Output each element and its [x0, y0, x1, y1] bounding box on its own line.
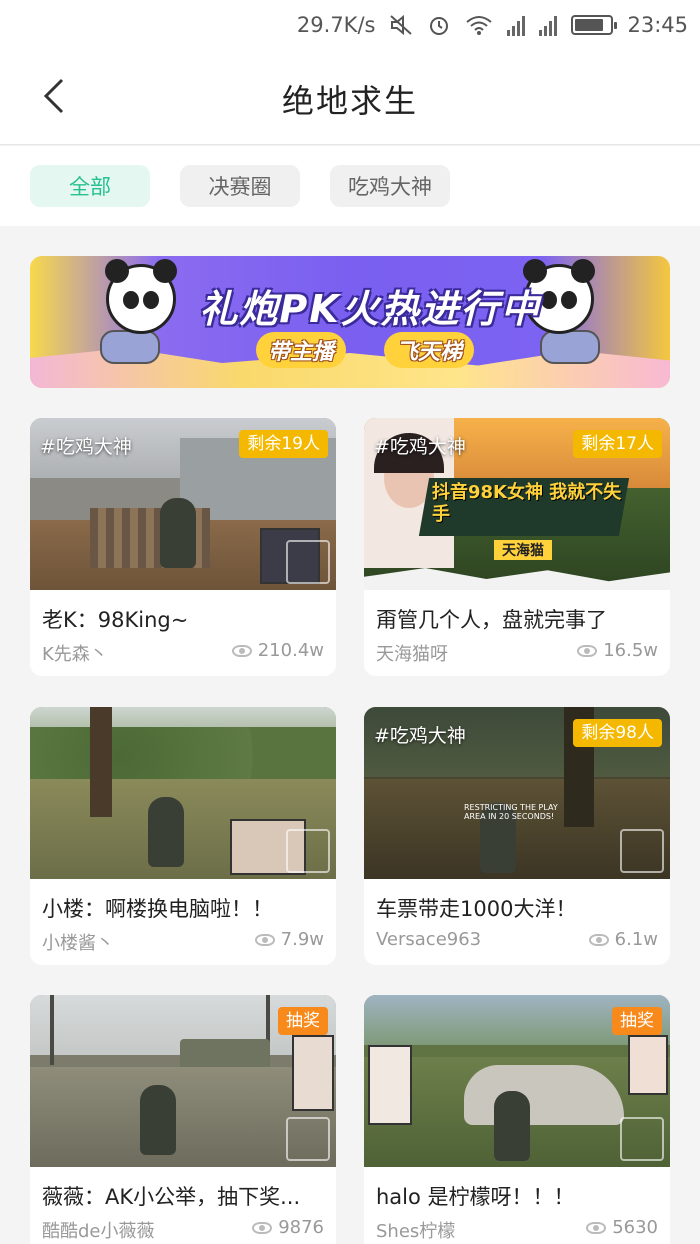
tab-all[interactable]: 全部	[30, 165, 150, 207]
banner-subtitle: 带主播	[256, 332, 347, 368]
hashtag-label: #吃鸡大神	[374, 725, 466, 747]
streamer-name: 酷酷de小薇薇	[42, 1221, 155, 1242]
signal-icon	[539, 14, 558, 36]
hashtag-label: #吃鸡大神	[40, 436, 132, 458]
thumbnail-overlay-subtext: 天海猫	[494, 540, 552, 560]
view-count: 210.4w	[231, 640, 324, 661]
eye-icon	[231, 644, 252, 657]
stream-card[interactable]: 小楼：啊楼换电脑啦！！ 小楼酱丶 7.9w	[30, 707, 336, 965]
stream-thumbnail: 抖音98K女神 我就不失手 天海猫 #吃鸡大神 剩余17人	[364, 418, 670, 590]
panda-icon	[105, 259, 177, 334]
stream-title: 车票带走1000大洋！	[376, 897, 577, 921]
battery-icon	[571, 15, 618, 35]
view-count: 6.1w	[588, 929, 658, 950]
stream-thumbnail: 抽奖	[364, 995, 670, 1167]
stream-thumbnail	[30, 707, 336, 879]
players-left-badge: 剩余98人	[573, 719, 662, 747]
banner-title: 礼炮PK火热进行中	[199, 287, 541, 331]
stream-card[interactable]: RESTRICTING THE PLAY AREA IN 20 SECONDS!…	[364, 707, 670, 965]
page-title: 绝地求生	[281, 82, 418, 120]
hashtag-label: #吃鸡大神	[374, 436, 466, 458]
signal-icon	[507, 14, 526, 36]
network-speed: 29.7K/s	[296, 13, 376, 37]
eye-icon	[252, 1221, 273, 1234]
streamer-name: K先森丶	[42, 644, 108, 665]
streamer-name: Shes柠檬	[376, 1221, 456, 1242]
wifi-icon	[466, 16, 493, 35]
stream-card[interactable]: 抖音98K女神 我就不失手 天海猫 #吃鸡大神 剩余17人 甭管几个人，盘就完事…	[364, 418, 670, 676]
cannon-cart-icon	[100, 330, 160, 364]
banner-subtitle: 飞天梯	[384, 332, 475, 368]
view-count-value: 9876	[278, 1217, 324, 1238]
players-left-badge: 剩余19人	[239, 430, 328, 458]
stream-thumbnail: #吃鸡大神 剩余19人	[30, 418, 336, 590]
lottery-badge: 抽奖	[278, 1007, 328, 1035]
app-header: 绝地求生	[0, 50, 700, 145]
view-count-value: 6.1w	[614, 929, 658, 950]
stream-title: 薇薇：AK小公举，抽下奖...	[42, 1185, 301, 1209]
cannon-cart-icon	[540, 330, 600, 364]
stream-card[interactable]: 抽奖 halo 是柠檬呀！！！ Shes柠檬 5630	[364, 995, 670, 1244]
stream-title: 甭管几个人，盘就完事了	[376, 608, 607, 632]
clock: 23:45	[627, 13, 688, 37]
tab-chicken-masters[interactable]: 吃鸡大神	[330, 165, 450, 207]
view-count-value: 210.4w	[257, 640, 324, 661]
lottery-badge: 抽奖	[612, 1007, 662, 1035]
stream-title: 老K：98King~	[42, 608, 189, 632]
view-count-value: 7.9w	[280, 929, 324, 950]
streamer-name: 小楼酱丶	[42, 933, 114, 954]
eye-icon	[586, 1221, 607, 1234]
mute-icon	[390, 14, 413, 36]
alarm-icon	[430, 17, 449, 35]
eye-icon	[254, 933, 275, 946]
view-count-value: 16.5w	[603, 640, 658, 661]
eye-icon	[588, 933, 609, 946]
stream-card[interactable]: #吃鸡大神 剩余19人 老K：98King~ K先森丶 210.4w	[30, 418, 336, 676]
streamer-name: Versace963	[376, 929, 482, 950]
tab-final-circle[interactable]: 决赛圈	[180, 165, 300, 207]
stream-title: halo 是柠檬呀！！！	[376, 1185, 575, 1209]
status-bar: 29.7K/s 23:45	[0, 0, 700, 50]
stream-thumbnail: 抽奖	[30, 995, 336, 1167]
view-count: 9876	[252, 1217, 324, 1238]
promo-banner[interactable]: 礼炮PK火热进行中 带主播 飞天梯	[30, 256, 670, 388]
streamer-name: 天海猫呀	[376, 644, 448, 665]
eye-icon	[577, 644, 598, 657]
stream-title: 小楼：啊楼换电脑啦！！	[42, 897, 273, 921]
view-count: 5630	[586, 1217, 658, 1238]
stream-thumbnail: RESTRICTING THE PLAY AREA IN 20 SECONDS!…	[364, 707, 670, 879]
view-count: 16.5w	[577, 640, 658, 661]
players-left-badge: 剩余17人	[573, 430, 662, 458]
category-tabs: 全部 决赛圈 吃鸡大神	[0, 146, 700, 226]
stream-card[interactable]: 抽奖 薇薇：AK小公举，抽下奖... 酷酷de小薇薇 9876	[30, 995, 336, 1244]
view-count: 7.9w	[254, 929, 324, 950]
thumbnail-overlay-text: 抖音98K女神 我就不失手	[432, 482, 622, 525]
view-count-value: 5630	[612, 1217, 658, 1238]
